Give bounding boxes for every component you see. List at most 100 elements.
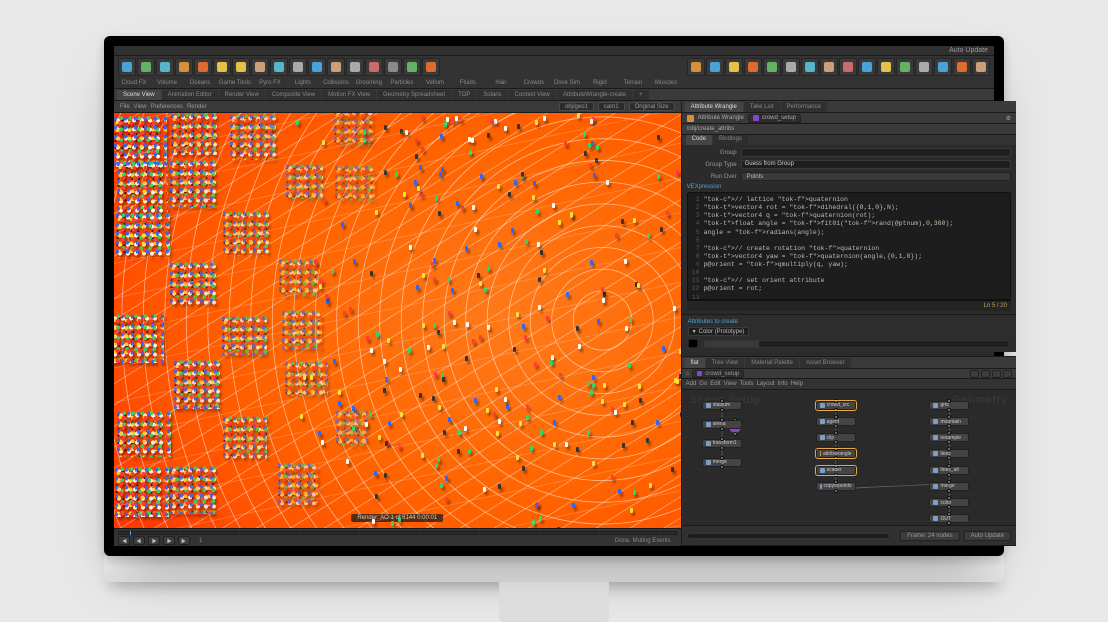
- code-line[interactable]: 5angle = "tok-f">radians(angle);: [690, 229, 1008, 237]
- code-line[interactable]: 2"tok-t">vector4 rot = "tok-f">dihedral(…: [690, 204, 1008, 212]
- shelf-tool-icon[interactable]: [118, 58, 136, 76]
- code-line[interactable]: 4"tok-t">float angle = "tok-f">fit01("to…: [690, 220, 1008, 228]
- graph-node[interactable]: resample: [929, 433, 969, 442]
- shelf-tool-icon[interactable]: [896, 58, 914, 76]
- graph-node[interactable]: grid: [929, 401, 969, 410]
- pane-tab[interactable]: Context View: [509, 90, 556, 100]
- shelf-tool-icon[interactable]: [308, 58, 326, 76]
- shelf-tool-icon[interactable]: [820, 58, 838, 76]
- code-line[interactable]: 8"tok-t">vector4 yaw = "tok-f">quaternio…: [690, 253, 1008, 261]
- vp-camera-dropdown[interactable]: cam1: [598, 102, 625, 111]
- pane-tab[interactable]: Composite View: [266, 90, 321, 100]
- vp-menu-view[interactable]: View: [134, 104, 147, 110]
- shelf-tool-icon[interactable]: [213, 58, 231, 76]
- shelf-tool-icon[interactable]: [327, 58, 345, 76]
- shelf-tool-icon[interactable]: [972, 58, 990, 76]
- graph-node[interactable]: agent: [816, 417, 856, 426]
- tab-take-list[interactable]: Take List: [744, 102, 780, 112]
- net-toolbar-icon[interactable]: [992, 370, 1001, 378]
- pane-tab[interactable]: Motion FX View: [322, 90, 376, 100]
- tab-code[interactable]: Code: [686, 135, 712, 145]
- vex-code-editor[interactable]: 1"tok-c">// lattice "tok-f">quaternion2"…: [687, 192, 1011, 300]
- network-node-name[interactable]: crowd_setup: [705, 371, 739, 377]
- timeline[interactable]: [118, 531, 677, 535]
- shelf-tool-icon[interactable]: [915, 58, 933, 76]
- home-icon[interactable]: ⌂: [686, 371, 690, 377]
- graph-node[interactable]: lines_alt: [929, 466, 969, 475]
- code-line[interactable]: 11"tok-c">// set orient attribute: [690, 277, 1008, 285]
- vp-size-dropdown[interactable]: Original Size: [629, 102, 675, 111]
- add-tab-button[interactable]: +: [633, 90, 649, 100]
- transport-last-button[interactable]: [178, 536, 190, 545]
- shelf-tool-icon[interactable]: [801, 58, 819, 76]
- shelf-tool-icon[interactable]: [687, 58, 705, 76]
- shelf-tool-icon[interactable]: [137, 58, 155, 76]
- shelf-tool-icon[interactable]: [384, 58, 402, 76]
- net-toolbar-item[interactable]: Go: [699, 381, 707, 387]
- node-name-chip[interactable]: crowd_setup: [748, 114, 801, 123]
- gear-icon[interactable]: ⚙: [1006, 115, 1011, 122]
- shelf-tool-icon[interactable]: [346, 58, 364, 76]
- graph-node[interactable]: mountain: [929, 417, 969, 426]
- vp-path-dropdown[interactable]: obj/geo1: [559, 102, 594, 111]
- attr-chip[interactable]: ▾ Color (Prototype): [688, 327, 750, 336]
- shelf-tool-icon[interactable]: [858, 58, 876, 76]
- playhead[interactable]: [130, 531, 131, 535]
- tab-performance[interactable]: Performance: [781, 102, 827, 112]
- node-path[interactable]: /obj/create_attribs: [687, 126, 735, 132]
- code-line[interactable]: 10: [690, 269, 1008, 277]
- net-toolbar-item[interactable]: Add: [686, 381, 697, 387]
- shelf-tool-icon[interactable]: [232, 58, 250, 76]
- code-line[interactable]: 6: [690, 237, 1008, 245]
- net-toolbar-item[interactable]: Help: [791, 381, 803, 387]
- net-toolbar-item[interactable]: Layout: [757, 381, 775, 387]
- pane-tab[interactable]: AttributeWrangle-create: [557, 90, 632, 100]
- graph-node[interactable]: clip: [816, 433, 856, 442]
- net-toolbar-icon[interactable]: [981, 370, 990, 378]
- code-line[interactable]: 9p@orient = "tok-f">qmultiply(q, yaw);: [690, 261, 1008, 269]
- net-toolbar-icon[interactable]: [970, 370, 979, 378]
- net-toolbar-item[interactable]: View: [724, 381, 737, 387]
- transport-prev-button[interactable]: [133, 536, 145, 545]
- tab-bindings[interactable]: Bindings: [713, 135, 748, 145]
- graph-node[interactable]: crowd_src: [816, 401, 856, 410]
- shelf-tool-icon[interactable]: [251, 58, 269, 76]
- shelf-tool-icon[interactable]: [156, 58, 174, 76]
- shelf-tool-icon[interactable]: [744, 58, 762, 76]
- graph-node[interactable]: merge: [929, 482, 969, 491]
- tab-attribute-wrangle[interactable]: Attribute Wrangle: [685, 102, 743, 112]
- code-line[interactable]: 7"tok-c">// create rotation "tok-f">quat…: [690, 245, 1008, 253]
- attr-color-slider[interactable]: [704, 340, 1010, 348]
- vp-menu-render[interactable]: Render: [187, 104, 207, 110]
- code-line[interactable]: 1"tok-c">// lattice "tok-f">quaternion: [690, 196, 1008, 204]
- shelf-tool-icon[interactable]: [953, 58, 971, 76]
- shelf-tool-icon[interactable]: [175, 58, 193, 76]
- vp-menu-file[interactable]: File: [120, 104, 130, 110]
- graph-node[interactable]: arena: [702, 420, 742, 429]
- tab-tree-view[interactable]: Tree View: [706, 358, 745, 368]
- code-line[interactable]: 12p@orient = rot;: [690, 285, 1008, 293]
- shelf-tool-icon[interactable]: [877, 58, 895, 76]
- net-toolbar-item[interactable]: Edit: [710, 381, 720, 387]
- shelf-tool-icon[interactable]: [422, 58, 440, 76]
- graph-node[interactable]: attribwrangle: [816, 449, 856, 458]
- pane-tab[interactable]: Geometry Spreadsheet: [377, 90, 451, 100]
- graph-node[interactable]: transform1: [702, 439, 742, 448]
- transport-play-button[interactable]: [148, 536, 160, 545]
- shelf-tool-icon[interactable]: [365, 58, 383, 76]
- code-line[interactable]: 3"tok-t">vector4 q = "tok-f">quaternion(…: [690, 212, 1008, 220]
- net-toolbar-item[interactable]: Tools: [740, 381, 754, 387]
- attr-color-swatch[interactable]: [688, 339, 698, 348]
- graph-node[interactable]: stadium: [702, 401, 742, 410]
- transport-next-button[interactable]: [163, 536, 175, 545]
- graph-node[interactable]: copytopoints: [816, 482, 856, 491]
- shelf-tool-icon[interactable]: [194, 58, 212, 76]
- shelf-tool-icon[interactable]: [725, 58, 743, 76]
- vp-menu-prefs[interactable]: Preferences: [151, 104, 183, 110]
- tab-material-palette[interactable]: Material Palette: [745, 358, 799, 368]
- net-toolbar-item[interactable]: Info: [778, 381, 788, 387]
- menubar-right-item[interactable]: Auto Update: [949, 47, 988, 54]
- pane-tab[interactable]: Render View: [219, 90, 265, 100]
- graph-node[interactable]: color: [929, 498, 969, 507]
- shelf-tool-icon[interactable]: [839, 58, 857, 76]
